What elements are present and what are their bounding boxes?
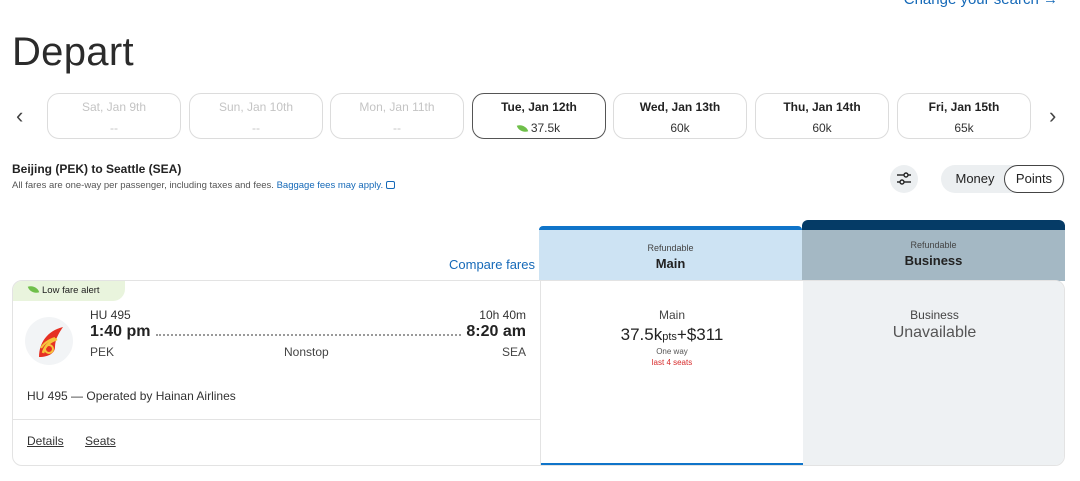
compare-fares-link[interactable]: Compare fares bbox=[449, 257, 535, 272]
external-link-icon bbox=[386, 181, 396, 189]
main-fare-cash: $311 bbox=[686, 325, 724, 344]
main-fare-price: 37.5kpts+$311 bbox=[541, 325, 803, 345]
date-card-tue-jan-12[interactable]: Tue, Jan 12th 37.5k bbox=[472, 93, 606, 139]
low-fare-alert-text: Low fare alert bbox=[42, 285, 100, 296]
plus-sign: + bbox=[676, 325, 687, 344]
fare-note: All fares are one-way per passenger, inc… bbox=[12, 180, 396, 191]
arrive-time: 8:20 am bbox=[466, 323, 526, 340]
date-price: 65k bbox=[954, 121, 974, 135]
date-card-mon-jan-11: Mon, Jan 11th -- bbox=[330, 93, 464, 139]
fare-note-text: All fares are one-way per passenger, inc… bbox=[12, 180, 274, 191]
low-fare-leaf-icon bbox=[27, 283, 40, 296]
card-divider bbox=[13, 419, 540, 420]
flight-card: Low fare alert HU 495 10h 40m 1:40 pm 8:… bbox=[12, 280, 1065, 466]
business-fare-label: Business bbox=[910, 308, 959, 322]
date-card-sun-jan-10: Sun, Jan 10th -- bbox=[189, 93, 323, 139]
airline-logo bbox=[25, 317, 73, 365]
money-points-toggle: Money Points bbox=[941, 165, 1065, 193]
trip-type: One way bbox=[656, 347, 688, 356]
date-price: -- bbox=[252, 121, 260, 135]
arrive-airport: SEA bbox=[501, 345, 526, 359]
date-card-thu-jan-14[interactable]: Thu, Jan 14th 60k bbox=[755, 93, 889, 139]
sliders-icon bbox=[897, 172, 911, 185]
main-fare-points: 37.5k bbox=[620, 325, 663, 344]
date-price-value: 37.5k bbox=[530, 121, 561, 135]
date-card-fri-jan-15[interactable]: Fri, Jan 15th 65k bbox=[897, 93, 1031, 139]
date-price: -- bbox=[110, 121, 118, 135]
main-column-header: Refundable Main bbox=[539, 226, 802, 281]
date-price: 60k bbox=[812, 121, 832, 135]
route-title: Beijing (PEK) to Seattle (SEA) bbox=[12, 162, 182, 176]
date-label: Sat, Jan 9th bbox=[81, 100, 147, 114]
date-price: 60k bbox=[670, 121, 690, 135]
points-option[interactable]: Points bbox=[1004, 165, 1064, 193]
page-title: Depart bbox=[12, 30, 134, 74]
low-fare-leaf-icon bbox=[516, 122, 529, 135]
date-label: Tue, Jan 12th bbox=[501, 100, 577, 114]
date-label: Mon, Jan 11th bbox=[359, 100, 435, 114]
date-label: Sun, Jan 10th bbox=[218, 100, 294, 114]
change-search-link[interactable]: Change your search → bbox=[904, 0, 1058, 8]
main-fare-label: Main bbox=[658, 308, 685, 322]
date-label: Wed, Jan 13th bbox=[639, 100, 721, 114]
main-column-title: Main bbox=[655, 256, 686, 271]
date-price: -- bbox=[393, 121, 401, 135]
stops-label: Nonstop bbox=[284, 345, 329, 359]
main-fare-bottom-bar bbox=[541, 463, 804, 465]
details-link[interactable]: Details bbox=[27, 434, 64, 448]
date-card-sat-jan-9: Sat, Jan 9th -- bbox=[47, 93, 181, 139]
flight-links: Details Seats bbox=[27, 434, 134, 448]
date-strip: ‹ Sat, Jan 9th -- Sun, Jan 10th -- Mon, … bbox=[0, 93, 1080, 141]
filter-button[interactable] bbox=[890, 165, 918, 193]
route-dotted-line bbox=[156, 334, 461, 336]
date-label: Fri, Jan 15th bbox=[928, 100, 1000, 114]
depart-airport: PEK bbox=[90, 345, 115, 359]
seats-left: last 4 seats bbox=[651, 358, 693, 367]
business-fare-cell: Business Unavailable bbox=[803, 281, 1064, 465]
date-card-wed-jan-13[interactable]: Wed, Jan 13th 60k bbox=[613, 93, 747, 139]
date-price: 37.5k bbox=[473, 121, 605, 135]
business-column-title: Business bbox=[904, 253, 963, 268]
low-fare-alert-badge: Low fare alert bbox=[13, 281, 125, 301]
business-refundable-label: Refundable bbox=[910, 240, 957, 250]
flight-number: HU 495 bbox=[90, 308, 131, 322]
date-label: Thu, Jan 14th bbox=[783, 100, 861, 114]
main-refundable-label: Refundable bbox=[647, 243, 694, 253]
seats-link[interactable]: Seats bbox=[85, 434, 116, 448]
points-unit: pts bbox=[662, 331, 677, 343]
baggage-fees-link[interactable]: Baggage fees may apply. bbox=[277, 180, 384, 191]
money-option[interactable]: Money bbox=[949, 165, 1001, 193]
prev-dates-arrow-icon[interactable]: ‹ bbox=[16, 105, 23, 127]
business-column-header: Refundable Business bbox=[802, 220, 1065, 281]
operated-by: HU 495 — Operated by Hainan Airlines bbox=[27, 389, 236, 403]
hainan-airlines-logo-icon bbox=[39, 327, 63, 357]
flight-duration: 10h 40m bbox=[479, 308, 526, 322]
business-fare-status: Unavailable bbox=[892, 324, 977, 341]
next-dates-arrow-icon[interactable]: › bbox=[1049, 105, 1056, 127]
main-fare-cell[interactable]: Main 37.5kpts+$311 One way last 4 seats bbox=[540, 281, 804, 465]
depart-time: 1:40 pm bbox=[90, 323, 151, 340]
